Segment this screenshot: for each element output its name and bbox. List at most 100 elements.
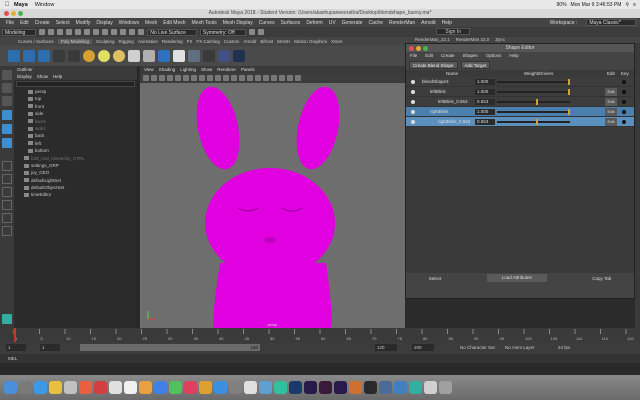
slider-handle[interactable] (536, 99, 539, 105)
shelf-tab[interactable]: Curves / Surfaces (18, 39, 54, 44)
viewport-menu-show[interactable]: Show (201, 66, 212, 73)
close-icon[interactable] (4, 11, 9, 16)
menu-window[interactable]: Window (35, 2, 55, 8)
clapper-icon[interactable] (53, 50, 65, 62)
facetime-icon[interactable] (169, 381, 182, 394)
select-hierarchy-icon[interactable] (84, 29, 91, 35)
safari-icon[interactable] (34, 381, 47, 394)
itunes-icon[interactable] (184, 381, 197, 394)
clock[interactable]: Mon Mar 9 3:46:53 PM (571, 2, 622, 8)
isolate-icon[interactable] (287, 75, 293, 81)
menu-curves[interactable]: Curves (259, 20, 275, 26)
visibility-icon[interactable] (411, 110, 415, 114)
grid-toggle-icon[interactable] (175, 75, 181, 81)
graph-pane-icon[interactable] (2, 213, 12, 223)
select-object-icon[interactable] (93, 29, 100, 35)
weight-slider[interactable] (497, 89, 570, 95)
search-icon[interactable]: ⚲ (625, 2, 629, 8)
maps-icon[interactable] (244, 381, 257, 394)
clapper-ipr-icon[interactable] (68, 50, 80, 62)
se-menu-options[interactable]: Options (486, 52, 502, 60)
key-icon[interactable] (622, 110, 626, 114)
range-bar[interactable]: 120 (80, 344, 260, 351)
range-start-field[interactable]: 1 (40, 344, 60, 351)
mel-label[interactable]: MEL (8, 356, 17, 361)
edit-button[interactable]: Edit (605, 108, 617, 116)
downloads-icon[interactable] (424, 381, 437, 394)
chart-icon[interactable] (233, 50, 245, 62)
weight-slider[interactable] (497, 119, 570, 125)
visibility-icon[interactable] (411, 80, 415, 84)
outliner-item[interactable]: timeEditor (14, 191, 137, 198)
max-frame-field[interactable]: 200 (412, 344, 434, 351)
menu-file[interactable]: File (6, 20, 14, 26)
ao-icon[interactable] (263, 75, 269, 81)
menu-mesh[interactable]: Mesh (145, 20, 157, 26)
select-tool-icon[interactable] (2, 70, 12, 80)
save-scene-icon[interactable] (57, 29, 64, 35)
app-store-icon[interactable] (214, 381, 227, 394)
weight-field[interactable]: 1.000 (475, 109, 495, 115)
outliner-item[interactable]: persp (14, 88, 137, 95)
shelf-tab[interactable]: MASH (277, 39, 290, 44)
scale-tool-icon[interactable] (2, 138, 12, 148)
camera-icon[interactable] (143, 75, 149, 81)
menu-edit[interactable]: Edit (20, 20, 29, 26)
weight-field[interactable]: 0.553 (475, 99, 495, 105)
key-icon[interactable] (622, 100, 626, 104)
se-menu-help[interactable]: Help (509, 52, 518, 60)
visibility-icon[interactable] (411, 90, 415, 94)
outliner-item[interactable]: left (14, 140, 137, 147)
viewport-menu-view[interactable]: View (144, 66, 154, 73)
shape-row[interactable]: rightBlink 1.000 Edit (406, 107, 634, 117)
se-menu-edit[interactable]: Edit (425, 52, 433, 60)
shelf-tab[interactable]: XGen (331, 39, 343, 44)
outliner-search[interactable] (16, 81, 135, 87)
menu-display[interactable]: Display (96, 20, 112, 26)
viewport-menu-shading[interactable]: Shading (159, 66, 176, 73)
sign-in-button[interactable]: Sign In (436, 28, 470, 35)
terminal-icon[interactable] (364, 381, 377, 394)
slider-handle[interactable] (568, 79, 570, 85)
notes-icon[interactable] (109, 381, 122, 394)
system-prefs-icon[interactable] (229, 381, 242, 394)
calendar-icon[interactable] (94, 381, 107, 394)
hypershade-pane-icon[interactable] (2, 226, 12, 236)
outliner-item[interactable]: joy_GEO (14, 169, 137, 176)
shelf-tab[interactable]: Poly Modeling (57, 39, 93, 44)
outliner-item[interactable]: side1 (14, 125, 137, 132)
shelf-tab[interactable]: Rendering (162, 39, 183, 44)
reminders-icon[interactable] (124, 381, 137, 394)
select-component-icon[interactable] (102, 29, 109, 35)
zoom-icon[interactable] (18, 11, 23, 16)
launchpad-icon[interactable] (19, 381, 32, 394)
outliner-menu-display[interactable]: Display (17, 73, 32, 80)
select-button[interactable]: Select (429, 276, 442, 281)
outliner-item[interactable]: front (14, 103, 137, 110)
time-slider[interactable]: 1 5 10 15 20 25 30 35 40 45 50 55 60 65 70 75 80 85 90 95 10… (0, 328, 640, 342)
live-surface-field[interactable]: No Live Surface (147, 28, 197, 36)
preview-icon[interactable] (259, 381, 272, 394)
menu-windows[interactable]: Windows (119, 20, 139, 26)
workspace-dropdown[interactable]: Maya Classic* (586, 19, 636, 26)
shape-row[interactable]: leftBlink 1.000 Edit (406, 87, 634, 97)
move-tool-icon[interactable] (2, 110, 12, 120)
trash-icon[interactable] (439, 381, 452, 394)
menu-arnold[interactable]: Arnold (421, 20, 435, 26)
character-set-dropdown[interactable]: No Character Set (460, 344, 495, 351)
menu-generate[interactable]: Generate (342, 20, 363, 26)
resolution-gate-icon[interactable] (191, 75, 197, 81)
shelf-tab[interactable]: Animation (138, 39, 158, 44)
menu-deform[interactable]: Deform (306, 20, 322, 26)
key-icon[interactable] (622, 120, 626, 124)
channel-box-tabs[interactable] (635, 43, 640, 328)
rotate-tool-icon[interactable] (2, 124, 12, 134)
outliner-item[interactable]: bottom (14, 147, 137, 154)
viewport-3d[interactable]: persp (140, 83, 405, 328)
add-target-button[interactable]: Add Target (460, 61, 491, 69)
safe-action-icon[interactable] (215, 75, 221, 81)
weight-slider[interactable] (497, 79, 570, 85)
shelf-tab[interactable]: Arnold (243, 39, 256, 44)
visibility-icon[interactable] (411, 100, 415, 104)
outliner-item[interactable]: top (14, 95, 137, 102)
